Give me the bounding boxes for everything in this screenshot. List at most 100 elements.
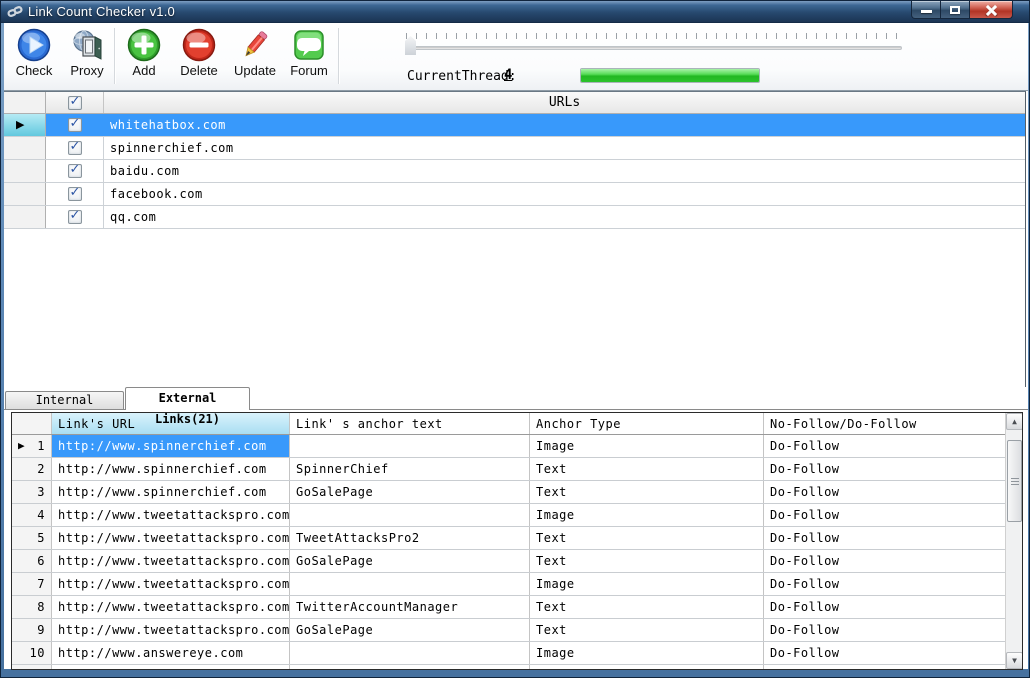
table-row[interactable]: ✓ spinnerchief.com [4, 137, 1025, 160]
url-checkbox[interactable]: ✓ [68, 164, 82, 178]
cell-link-url[interactable]: http://www.tweetattackspro.com [52, 527, 290, 549]
title-bar[interactable]: Link Count Checker v1.0 [1, 1, 1029, 23]
cell-link-url[interactable]: http://www.spinnerchief.com [52, 458, 290, 480]
cell-anchor-type[interactable]: Text [530, 527, 764, 549]
cell-link-url[interactable]: http://www.tweetattackspro.com [52, 550, 290, 572]
delete-button[interactable]: Delete [172, 28, 226, 88]
table-row[interactable]: ▶ ✓ whitehatbox.com [4, 114, 1025, 137]
maximize-button[interactable] [941, 1, 970, 19]
cell-link-url[interactable]: http://www.tweetattackspro.com/twit... [52, 573, 290, 595]
cell-anchor-type[interactable]: Image [530, 642, 764, 664]
tab-external-links[interactable]: External Links(21) [125, 387, 250, 410]
url-cell[interactable]: baidu.com [104, 160, 1025, 182]
cell-link-url[interactable]: http://www.answereye.com [52, 642, 290, 664]
url-cell[interactable]: whitehatbox.com [104, 114, 1025, 136]
scroll-down-button[interactable]: ▼ [1006, 652, 1023, 669]
url-checkbox[interactable]: ✓ [68, 141, 82, 155]
url-cell[interactable]: facebook.com [104, 183, 1025, 205]
scroll-up-button[interactable]: ▲ [1006, 413, 1023, 430]
cell-link-url[interactable]: http://www.spinnerchief.com [52, 435, 290, 457]
cell-anchor-text[interactable]: TweetAttacksPro2 [290, 527, 530, 549]
table-row[interactable]: 4 http://www.tweetattackspro.com Image D… [12, 504, 1022, 527]
cell-anchor-text[interactable] [290, 573, 530, 595]
check-button[interactable]: Check [8, 28, 60, 88]
cell-anchor-type[interactable]: Text [530, 619, 764, 641]
minimize-icon [921, 10, 932, 13]
cell-anchor-text[interactable]: TwitterAccountManager [290, 596, 530, 618]
table-row[interactable]: ✓ qq.com [4, 206, 1025, 229]
update-button[interactable]: Update [228, 28, 282, 88]
cell-follow[interactable]: Do-Follow [764, 619, 1005, 641]
url-cell[interactable]: qq.com [104, 206, 1025, 228]
column-header-anchor-type[interactable]: Anchor Type [530, 413, 764, 434]
minimize-button[interactable] [911, 1, 941, 19]
cell-anchor-type[interactable]: Image [530, 573, 764, 595]
table-row[interactable]: 9 http://www.tweetattackspro.com/twit...… [12, 619, 1022, 642]
urls-column-header[interactable]: URLs [104, 92, 1025, 113]
table-row[interactable]: 6 http://www.tweetattackspro.com GoSaleP… [12, 550, 1022, 573]
table-row[interactable]: 3 http://www.spinnerchief.com GoSalePage… [12, 481, 1022, 504]
table-row[interactable]: 10 http://www.answereye.com Image Do-Fol… [12, 642, 1022, 665]
url-checkbox[interactable]: ✓ [68, 187, 82, 201]
vertical-scrollbar[interactable]: ▲ ▼ [1005, 413, 1022, 669]
table-row[interactable]: 7 http://www.tweetattackspro.com/twit...… [12, 573, 1022, 596]
row-selector-cell[interactable]: ▶ [4, 114, 46, 136]
cell-follow[interactable]: Do-Follow [764, 481, 1005, 503]
select-all-checkbox[interactable]: ✓ [68, 96, 82, 110]
url-checkbox[interactable]: ✓ [68, 210, 82, 224]
row-number-cell: 10 [12, 642, 52, 664]
proxy-button[interactable]: Proxy [61, 28, 113, 88]
row-selector-cell[interactable] [4, 183, 46, 205]
add-button[interactable]: Add [119, 28, 169, 88]
row-selector-cell[interactable] [4, 137, 46, 159]
cell-follow[interactable]: Do-Follow [764, 527, 1005, 549]
cell-follow[interactable]: Do-Follow [764, 573, 1005, 595]
scrollbar-thumb[interactable] [1007, 440, 1022, 522]
cell-anchor-text[interactable] [290, 435, 530, 457]
table-row[interactable]: 5 http://www.tweetattackspro.com TweetAt… [12, 527, 1022, 550]
row-marker-icon: ▶ [18, 439, 25, 452]
cell-follow[interactable]: Do-Follow [764, 458, 1005, 480]
cell-follow[interactable]: Do-Follow [764, 504, 1005, 526]
column-header-follow[interactable]: No-Follow/Do-Follow [764, 413, 1005, 434]
row-selector-cell[interactable] [4, 160, 46, 182]
scrollbar-grip-icon [1011, 478, 1019, 485]
cell-anchor-text[interactable]: GoSalePage [290, 550, 530, 572]
cell-anchor-type[interactable]: Text [530, 481, 764, 503]
proxy-button-label: Proxy [61, 63, 113, 78]
table-row[interactable]: 8 http://www.tweetattackspro.com/twit...… [12, 596, 1022, 619]
cell-link-url[interactable]: http://www.spinnerchief.com [52, 481, 290, 503]
table-row[interactable]: ✓ facebook.com [4, 183, 1025, 206]
cell-anchor-text[interactable]: SpinnerChief [290, 458, 530, 480]
cell-anchor-type[interactable]: Text [530, 458, 764, 480]
tab-internal-links[interactable]: Internal Links(41) [5, 391, 124, 409]
scroll-down-icon: ▼ [1012, 656, 1017, 665]
cell-anchor-type[interactable]: Image [530, 435, 764, 457]
row-selector-header[interactable] [4, 92, 46, 113]
table-row[interactable]: 2 http://www.spinnerchief.com SpinnerChi… [12, 458, 1022, 481]
cell-link-url[interactable]: http://www.tweetattackspro.com [52, 504, 290, 526]
cell-link-url[interactable]: http://www.tweetattackspro.com/twit... [52, 619, 290, 641]
cell-link-url[interactable]: http://www.tweetattackspro.com/twit... [52, 596, 290, 618]
cell-anchor-type[interactable]: Text [530, 596, 764, 618]
cell-follow[interactable]: Do-Follow [764, 550, 1005, 572]
cell-anchor-text[interactable] [290, 504, 530, 526]
cell-anchor-text[interactable]: GoSalePage [290, 481, 530, 503]
row-selector-cell[interactable] [4, 206, 46, 228]
url-cell[interactable]: spinnerchief.com [104, 137, 1025, 159]
table-row[interactable]: ▶1 http://www.spinnerchief.com Image Do-… [12, 435, 1022, 458]
cell-follow[interactable]: Do-Follow [764, 596, 1005, 618]
cell-follow[interactable]: Do-Follow [764, 435, 1005, 457]
column-header-anchor-text[interactable]: Link' s anchor text [290, 413, 530, 434]
cell-anchor-text[interactable]: GoSalePage [290, 619, 530, 641]
forum-button[interactable]: Forum [284, 28, 334, 88]
cell-anchor-type [530, 665, 764, 669]
close-button[interactable] [970, 1, 1013, 19]
cell-anchor-type[interactable]: Image [530, 504, 764, 526]
cell-anchor-type[interactable]: Text [530, 550, 764, 572]
thread-slider[interactable] [406, 46, 902, 50]
table-row[interactable]: ✓ baidu.com [4, 160, 1025, 183]
cell-follow[interactable]: Do-Follow [764, 642, 1005, 664]
url-checkbox[interactable]: ✓ [68, 118, 82, 132]
cell-anchor-text[interactable] [290, 642, 530, 664]
